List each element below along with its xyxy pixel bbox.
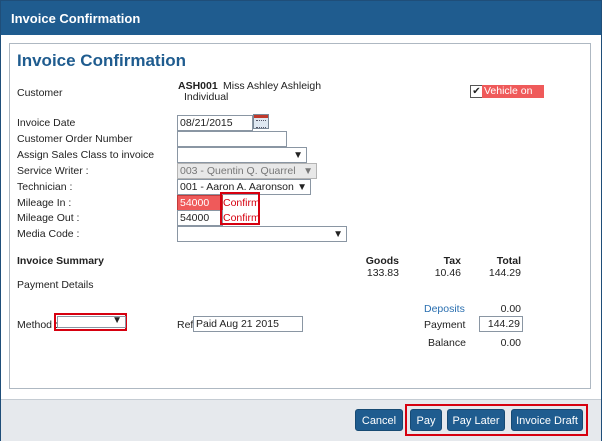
mileage-out-input[interactable]: 54000	[177, 210, 223, 226]
vehicle-on-site-label: Vehicle on Site	[482, 85, 544, 110]
invoice-date-label: Invoice Date	[17, 117, 76, 129]
payment-label: Payment	[424, 319, 466, 331]
customer-order-number-input[interactable]	[177, 131, 287, 147]
chevron-down-icon: ▼	[297, 182, 307, 193]
balance-label: Balance	[428, 337, 466, 349]
pay-later-button[interactable]: Pay Later	[447, 409, 505, 431]
goods-header: Goods	[365, 255, 399, 267]
technician-label: Technician :	[17, 181, 73, 193]
chevron-down-icon: ▼	[303, 166, 313, 177]
ref-label: Ref	[177, 319, 194, 331]
method-label: Method :	[17, 319, 58, 331]
tax-value: 10.46	[434, 267, 461, 279]
customer-order-number-label: Customer Order Number	[17, 133, 133, 145]
chevron-down-icon: ▼	[293, 150, 303, 161]
service-writer-value: 003 - Quentin Q. Quarrel	[180, 165, 296, 177]
page-title: Invoice Confirmation	[17, 51, 187, 70]
mileage-out-label: Mileage Out :	[17, 212, 80, 224]
balance-value: 0.00	[500, 337, 521, 349]
media-code-label: Media Code :	[17, 228, 80, 240]
deposits-value: 0.00	[500, 303, 521, 315]
calendar-icon[interactable]	[253, 114, 269, 129]
mileage-out-confirm-link[interactable]: Confirm	[223, 212, 260, 224]
invoice-summary-title: Invoice Summary	[17, 255, 104, 267]
deposits-link[interactable]: Deposits	[424, 303, 465, 315]
mileage-in-confirm-link[interactable]: Confirm	[223, 197, 260, 209]
payment-input[interactable]: 144.29	[479, 316, 523, 332]
pay-button[interactable]: Pay	[410, 409, 442, 431]
customer-label: Customer	[17, 87, 63, 99]
title-bar: Invoice Confirmation	[1, 1, 601, 35]
payment-details-label: Payment Details	[17, 279, 94, 291]
mileage-in-label: Mileage In :	[17, 197, 72, 209]
chevron-down-icon: ▼	[112, 316, 122, 326]
chevron-down-icon: ▼	[333, 229, 343, 240]
sales-class-select[interactable]: ▼	[177, 147, 307, 163]
tax-header: Tax	[443, 255, 461, 267]
ref-input[interactable]: Paid Aug 21 2015	[193, 316, 303, 332]
invoice-date-input[interactable]: 08/21/2015	[177, 115, 253, 131]
dialog-window: Invoice Confirmation Invoice Confirmatio…	[0, 0, 602, 441]
total-header: Total	[496, 255, 521, 267]
cancel-button[interactable]: Cancel	[355, 409, 403, 431]
customer-name: Miss Ashley Ashleigh	[223, 80, 322, 92]
service-writer-select: 003 - Quentin Q. Quarrel ▼	[177, 163, 317, 179]
customer-type: Individual	[184, 91, 229, 103]
invoice-draft-button[interactable]: Invoice Draft	[511, 409, 583, 431]
goods-value: 133.83	[366, 267, 399, 279]
mileage-in-input[interactable]: 54000	[177, 195, 223, 211]
total-value: 144.29	[488, 267, 521, 279]
method-select[interactable]: ▼	[57, 316, 126, 328]
window-title: Invoice Confirmation	[11, 11, 141, 26]
service-writer-label: Service Writer :	[17, 165, 89, 177]
media-code-select[interactable]: ▼	[177, 226, 347, 242]
sales-class-label: Assign Sales Class to invoice	[17, 149, 155, 161]
